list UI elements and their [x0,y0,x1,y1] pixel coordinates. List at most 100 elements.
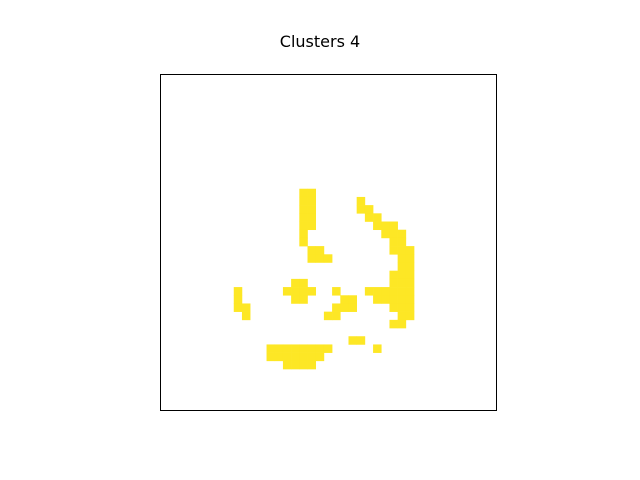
heatmap-cell [323,344,333,353]
heatmap-cell [389,303,398,312]
heatmap-cell [389,319,398,329]
heatmap-cell [397,229,407,239]
heatmap-cell [332,303,341,312]
heatmap-cell [233,295,243,304]
heatmap-cell [307,196,317,206]
heatmap-cell [397,254,407,263]
heatmap-cell [332,287,341,296]
heatmap-cell [299,295,308,304]
heatmap-cell [299,213,308,222]
heatmap-cell [299,196,308,206]
heatmap-cell [299,287,308,296]
heatmap-cell [397,270,407,280]
heatmap-cell [389,287,398,296]
heatmap-cell [364,213,374,222]
heatmap-cell [389,295,398,304]
heatmap-cell [397,278,407,288]
heatmap-cell [381,229,390,239]
heatmap-cell [397,311,407,321]
heatmap-cell [233,287,243,296]
heatmap-cell [356,336,366,345]
heatmap-cell [299,352,308,362]
heatmap-cell [397,303,407,312]
heatmap-cell [405,270,415,280]
heatmap-cell [405,262,415,271]
heatmap-cells [233,188,415,370]
heatmap-cell [307,246,317,255]
heatmap-cell [389,278,398,288]
heatmap-cell [340,303,349,312]
heatmap-cell [299,344,308,353]
heatmap-cell [241,311,251,321]
heatmap-cell [389,221,398,231]
heatmap-cell [405,246,415,255]
heatmap-cell [266,344,276,353]
heatmap-cell [397,262,407,271]
plot-frame [160,74,497,411]
heatmap-cell [373,295,382,304]
heatmap-cell [405,303,415,312]
heatmap-cell [307,287,317,296]
heatmap-cell [315,246,325,255]
heatmap-cell [299,278,308,288]
heatmap-cell [291,360,300,370]
heatmap-cell [389,270,398,280]
heatmap-cell [405,311,415,321]
heatmap-cell [389,246,398,255]
heatmap-cell [291,344,300,353]
heatmap-cell [241,303,251,312]
heatmap-cell [405,287,415,296]
heatmap-cell [397,246,407,255]
heatmap-cell [389,229,398,239]
heatmap-cell [373,287,382,296]
heatmap-cell [381,221,390,231]
heatmap-cell [307,205,317,214]
heatmap-cell [397,295,407,304]
heatmap-cell [307,221,317,231]
heatmap-cell [389,237,398,247]
heatmap-cell [364,205,374,214]
heatmap-cell [348,303,357,312]
heatmap-cell [299,360,308,370]
heatmap-cell [373,344,382,353]
heatmap-cell [323,254,333,263]
heatmap-cell [348,295,357,304]
heatmap-cell [299,237,308,247]
heatmap-cell [356,205,366,214]
heatmap-cell [332,311,341,321]
heatmap-cell [282,344,292,353]
heatmap-cell [307,360,317,370]
heatmap-cell [282,352,292,362]
heatmap-cell [373,213,382,222]
heatmap-cell [291,295,300,304]
heatmap-cell [356,196,366,206]
heatmap-cell [291,287,300,296]
heatmap-cell [405,254,415,263]
heatmap-cell [282,360,292,370]
heatmap-cell [233,303,243,312]
heatmap-cell [299,221,308,231]
heatmap-cell [274,344,284,353]
heatmap-cell [348,336,357,345]
heatmap-cell [315,344,325,353]
heatmap-cell [307,344,317,353]
heatmap-cell [381,295,390,304]
heatmap-cell [291,352,300,362]
heatmap-cell [323,311,333,321]
heatmap-cell [373,221,382,231]
heatmap-cell [299,229,308,239]
heatmap-cell [397,287,407,296]
heatmap-cell [266,352,276,362]
heatmap-cell [397,319,407,329]
heatmap-cell [340,295,349,304]
heatmap-cell [282,287,292,296]
heatmap-cell [307,254,317,263]
heatmap-cell [274,352,284,362]
heatmap-cell [381,287,390,296]
heatmap-cell [299,188,308,198]
heatmap-cell [291,278,300,288]
heatmap-cell [405,278,415,288]
heatmap-cell [307,213,317,222]
heatmap-cell [307,352,317,362]
heatmap-cell [307,188,317,198]
